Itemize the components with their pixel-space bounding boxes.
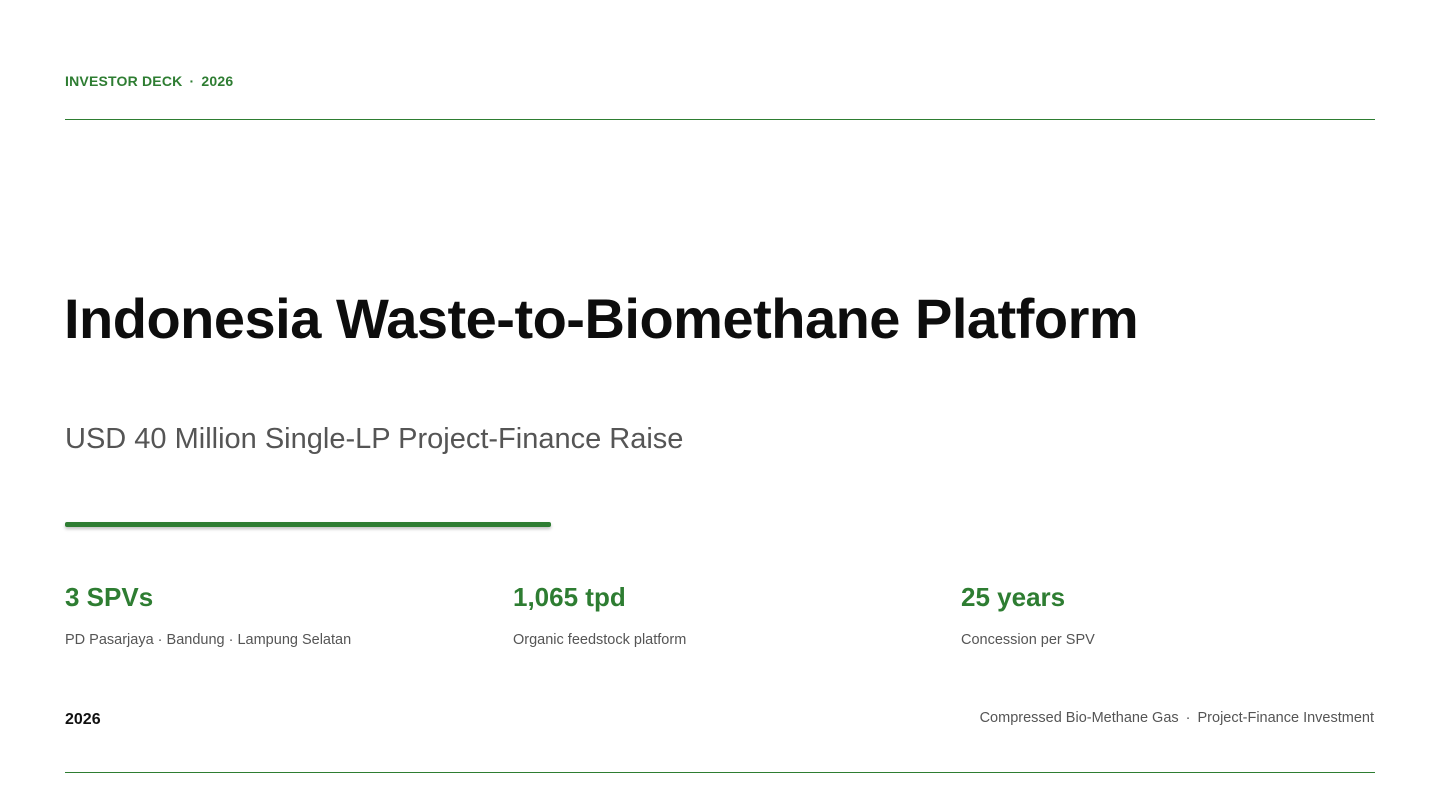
- stat-label: PD Pasarjaya · Bandung · Lampung Selatan: [65, 632, 352, 649]
- footer-separator: ·: [1185, 710, 1191, 726]
- top-divider: [65, 119, 1375, 120]
- stat-value: 3 SPVs: [65, 582, 154, 612]
- footer-tagline: Compressed Bio-Methane Gas · Project-Finan…: [980, 710, 1374, 726]
- header-separator: ·: [189, 73, 195, 89]
- bottom-divider: [65, 772, 1375, 773]
- key-stats: 3 SPVs PD Pasarjaya · Bandung · Lampung …: [65, 582, 1375, 672]
- stat-spvs: 3 SPVs PD Pasarjaya · Bandung · Lampung …: [65, 582, 485, 648]
- stat-concession: 25 years Concession per SPV: [961, 582, 1381, 648]
- stat-value: 1,065 tpd: [513, 582, 626, 612]
- slide-title: Indonesia Waste-to-Biomethane Platform: [64, 287, 1139, 350]
- footer-left-tag: Compressed Bio-Methane Gas: [979, 710, 1179, 726]
- title-slide: INVESTOR DECK · 2026 Indonesia Waste-to-Bi…: [0, 0, 1440, 810]
- stat-value: 25 years: [961, 582, 1066, 612]
- stat-label: Concession per SPV: [961, 632, 1095, 649]
- accent-bar: [65, 522, 551, 527]
- slide-subtitle: USD 40 Million Single-LP Project-Finance…: [65, 423, 684, 455]
- footer-right-tag: Project-Finance Investment: [1197, 710, 1375, 726]
- header-year: 2026: [201, 73, 234, 89]
- stat-label: Organic feedstock platform: [513, 632, 687, 649]
- stat-feedstock: 1,065 tpd Organic feedstock platform: [513, 582, 933, 648]
- footer-year: 2026: [65, 711, 101, 728]
- header-kicker: INVESTOR DECK · 2026: [65, 73, 233, 89]
- header-label: INVESTOR DECK: [65, 73, 183, 89]
